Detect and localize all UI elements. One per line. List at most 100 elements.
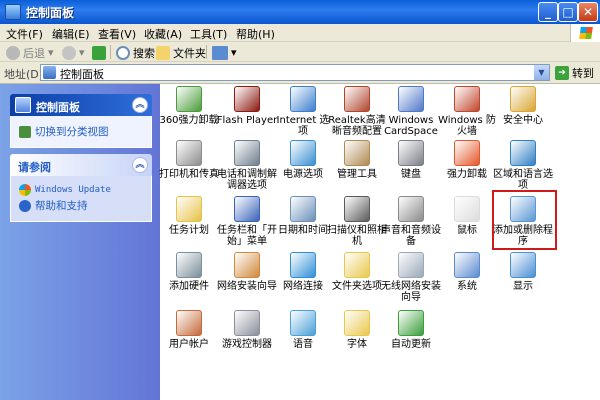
back-button[interactable]: 后退 ▾ bbox=[6, 44, 54, 61]
control-panel-item[interactable]: 游戏控制器 bbox=[216, 310, 278, 350]
applet-label: 添加硬件 bbox=[169, 281, 209, 292]
applet-icon bbox=[290, 310, 316, 336]
control-panel-item[interactable]: 日期和时间 bbox=[272, 196, 334, 236]
switch-to-category-view-link[interactable]: 切换到分类视图 bbox=[19, 124, 143, 139]
control-panel-item[interactable]: 显示 bbox=[492, 252, 554, 292]
control-panel-item[interactable]: 自动更新 bbox=[380, 310, 442, 350]
close-button[interactable]: ✕ bbox=[578, 2, 598, 22]
applet-label: 日期和时间 bbox=[278, 225, 328, 236]
collapse-chevron-icon[interactable]: ︽ bbox=[132, 97, 148, 113]
control-panel-item[interactable]: 任务计划 bbox=[158, 196, 220, 236]
menu-edit[interactable]: 编辑(E) bbox=[52, 26, 90, 42]
control-panel-icon bbox=[43, 66, 56, 79]
applet-icon bbox=[176, 140, 202, 166]
window-title: 控制面板 bbox=[26, 6, 75, 20]
back-dropdown-icon[interactable]: ▾ bbox=[48, 46, 54, 59]
menu-help[interactable]: 帮助(H) bbox=[236, 26, 275, 42]
task-pane: 控制面板 ︽ 切换到分类视图 请参阅 ︽ Windows Update 帮助和支… bbox=[0, 84, 160, 400]
control-panel-item[interactable]: 强力卸载 bbox=[436, 140, 498, 180]
collapse-chevron-icon[interactable]: ︽ bbox=[132, 157, 148, 173]
control-panel-panel: 控制面板 ︽ 切换到分类视图 bbox=[10, 94, 152, 148]
applet-label: 管理工具 bbox=[337, 169, 377, 180]
link-label: 切换到分类视图 bbox=[35, 126, 109, 138]
forward-dropdown-icon[interactable]: ▾ bbox=[79, 46, 85, 59]
menu-file[interactable]: 文件(F) bbox=[6, 26, 43, 42]
control-panel-item[interactable]: 添加硬件 bbox=[158, 252, 220, 292]
windows-update-link[interactable]: Windows Update bbox=[19, 184, 143, 196]
control-panel-item[interactable]: 电源选项 bbox=[272, 140, 334, 180]
control-panel-item[interactable]: 任务栏和「开始」菜单 bbox=[216, 196, 278, 247]
applet-icon bbox=[344, 196, 370, 222]
highlight-box bbox=[492, 190, 557, 250]
applet-label: 网络连接 bbox=[283, 281, 323, 292]
menu-tools[interactable]: 工具(T) bbox=[190, 26, 227, 42]
applet-icon bbox=[398, 86, 424, 112]
applet-label: 键盘 bbox=[401, 169, 421, 180]
title-bar: 控制面板 _ □ ✕ bbox=[0, 0, 600, 24]
applet-icon bbox=[234, 196, 260, 222]
applet-label: 任务栏和「开始」菜单 bbox=[217, 225, 277, 247]
control-panel-item[interactable]: 网络连接 bbox=[272, 252, 334, 292]
control-panel-item[interactable]: 无线网络安装向导 bbox=[380, 252, 442, 303]
control-panel-item[interactable]: 管理工具 bbox=[326, 140, 388, 180]
folders-label: 文件夹 bbox=[173, 46, 206, 60]
control-panel-item[interactable]: 网络安装向导 bbox=[216, 252, 278, 292]
maximize-button[interactable]: □ bbox=[558, 2, 578, 22]
control-panel-item[interactable]: 区域和语言选项 bbox=[492, 140, 554, 191]
forward-button[interactable]: ▾ bbox=[62, 44, 85, 61]
control-panel-item[interactable]: 鼠标 bbox=[436, 196, 498, 236]
control-panel-item[interactable]: Realtek高清晰音频配置 bbox=[326, 86, 388, 137]
applet-icon bbox=[510, 86, 536, 112]
control-panel-item[interactable]: Internet 选项 bbox=[272, 86, 334, 137]
control-panel-item[interactable]: Flash Player bbox=[216, 86, 278, 126]
control-panel-item[interactable]: 文件夹选项 bbox=[326, 252, 388, 292]
toolbar: 后退 ▾ ▾ 搜索 文件夹 ▾ bbox=[0, 42, 600, 62]
control-panel-item[interactable]: 用户帐户 bbox=[158, 310, 220, 350]
search-button[interactable]: 搜索 bbox=[116, 44, 155, 61]
control-panel-item[interactable]: 扫描仪和照相机 bbox=[326, 196, 388, 247]
menu-favorites[interactable]: 收藏(A) bbox=[144, 26, 182, 42]
menu-view[interactable]: 查看(V) bbox=[98, 26, 136, 42]
address-dropdown-icon[interactable]: ▼ bbox=[534, 65, 549, 80]
help-and-support-link[interactable]: 帮助和支持 bbox=[19, 198, 143, 213]
folders-button[interactable]: 文件夹 bbox=[156, 44, 206, 61]
minimize-button[interactable]: _ bbox=[538, 2, 558, 22]
applet-icon bbox=[290, 252, 316, 278]
applet-icon bbox=[176, 252, 202, 278]
applet-icon bbox=[344, 140, 370, 166]
panel-title: 请参阅 bbox=[18, 161, 51, 174]
applet-label: Flash Player bbox=[216, 115, 278, 126]
panel-header[interactable]: 请参阅 ︽ bbox=[10, 154, 152, 176]
applet-label: 360强力卸载 bbox=[159, 115, 219, 126]
views-dropdown-icon[interactable]: ▾ bbox=[231, 46, 237, 59]
panel-header[interactable]: 控制面板 ︽ bbox=[10, 94, 152, 116]
applet-icon bbox=[454, 252, 480, 278]
control-panel-item[interactable]: 字体 bbox=[326, 310, 388, 350]
control-panel-item[interactable]: 360强力卸载 bbox=[158, 86, 220, 126]
control-panel-item[interactable]: 打印机和传真 bbox=[158, 140, 220, 180]
help-icon bbox=[19, 199, 31, 212]
control-panel-item[interactable]: 系统 bbox=[436, 252, 498, 292]
control-panel-item[interactable]: 安全中心 bbox=[492, 86, 554, 126]
control-panel-item[interactable]: Windows 防火墙 bbox=[436, 86, 498, 137]
applet-icon bbox=[234, 252, 260, 278]
control-panel-item[interactable]: 键盘 bbox=[380, 140, 442, 180]
control-panel-item[interactable]: 声音和音频设备 bbox=[380, 196, 442, 247]
panel-body: Windows Update 帮助和支持 bbox=[10, 176, 152, 222]
address-field[interactable]: 控制面板 ▼ bbox=[40, 64, 550, 81]
applet-label: 声音和音频设备 bbox=[381, 225, 441, 247]
views-button[interactable]: ▾ bbox=[212, 44, 237, 61]
applet-label: 打印机和传真 bbox=[159, 169, 219, 180]
go-button[interactable]: ➔ 转到 bbox=[555, 65, 594, 81]
see-also-panel: 请参阅 ︽ Windows Update 帮助和支持 bbox=[10, 154, 152, 222]
applet-label: 文件夹选项 bbox=[332, 281, 382, 292]
control-panel-item[interactable]: Windows CardSpace bbox=[380, 86, 442, 137]
applet-label: 安全中心 bbox=[503, 115, 543, 126]
back-arrow-icon bbox=[6, 45, 20, 60]
views-icon bbox=[212, 45, 228, 60]
control-panel-item[interactable]: 电话和调制解调器选项 bbox=[216, 140, 278, 191]
applet-icon bbox=[234, 140, 260, 166]
applet-icon bbox=[234, 86, 260, 112]
up-button[interactable] bbox=[92, 44, 106, 61]
control-panel-item[interactable]: 语音 bbox=[272, 310, 334, 350]
